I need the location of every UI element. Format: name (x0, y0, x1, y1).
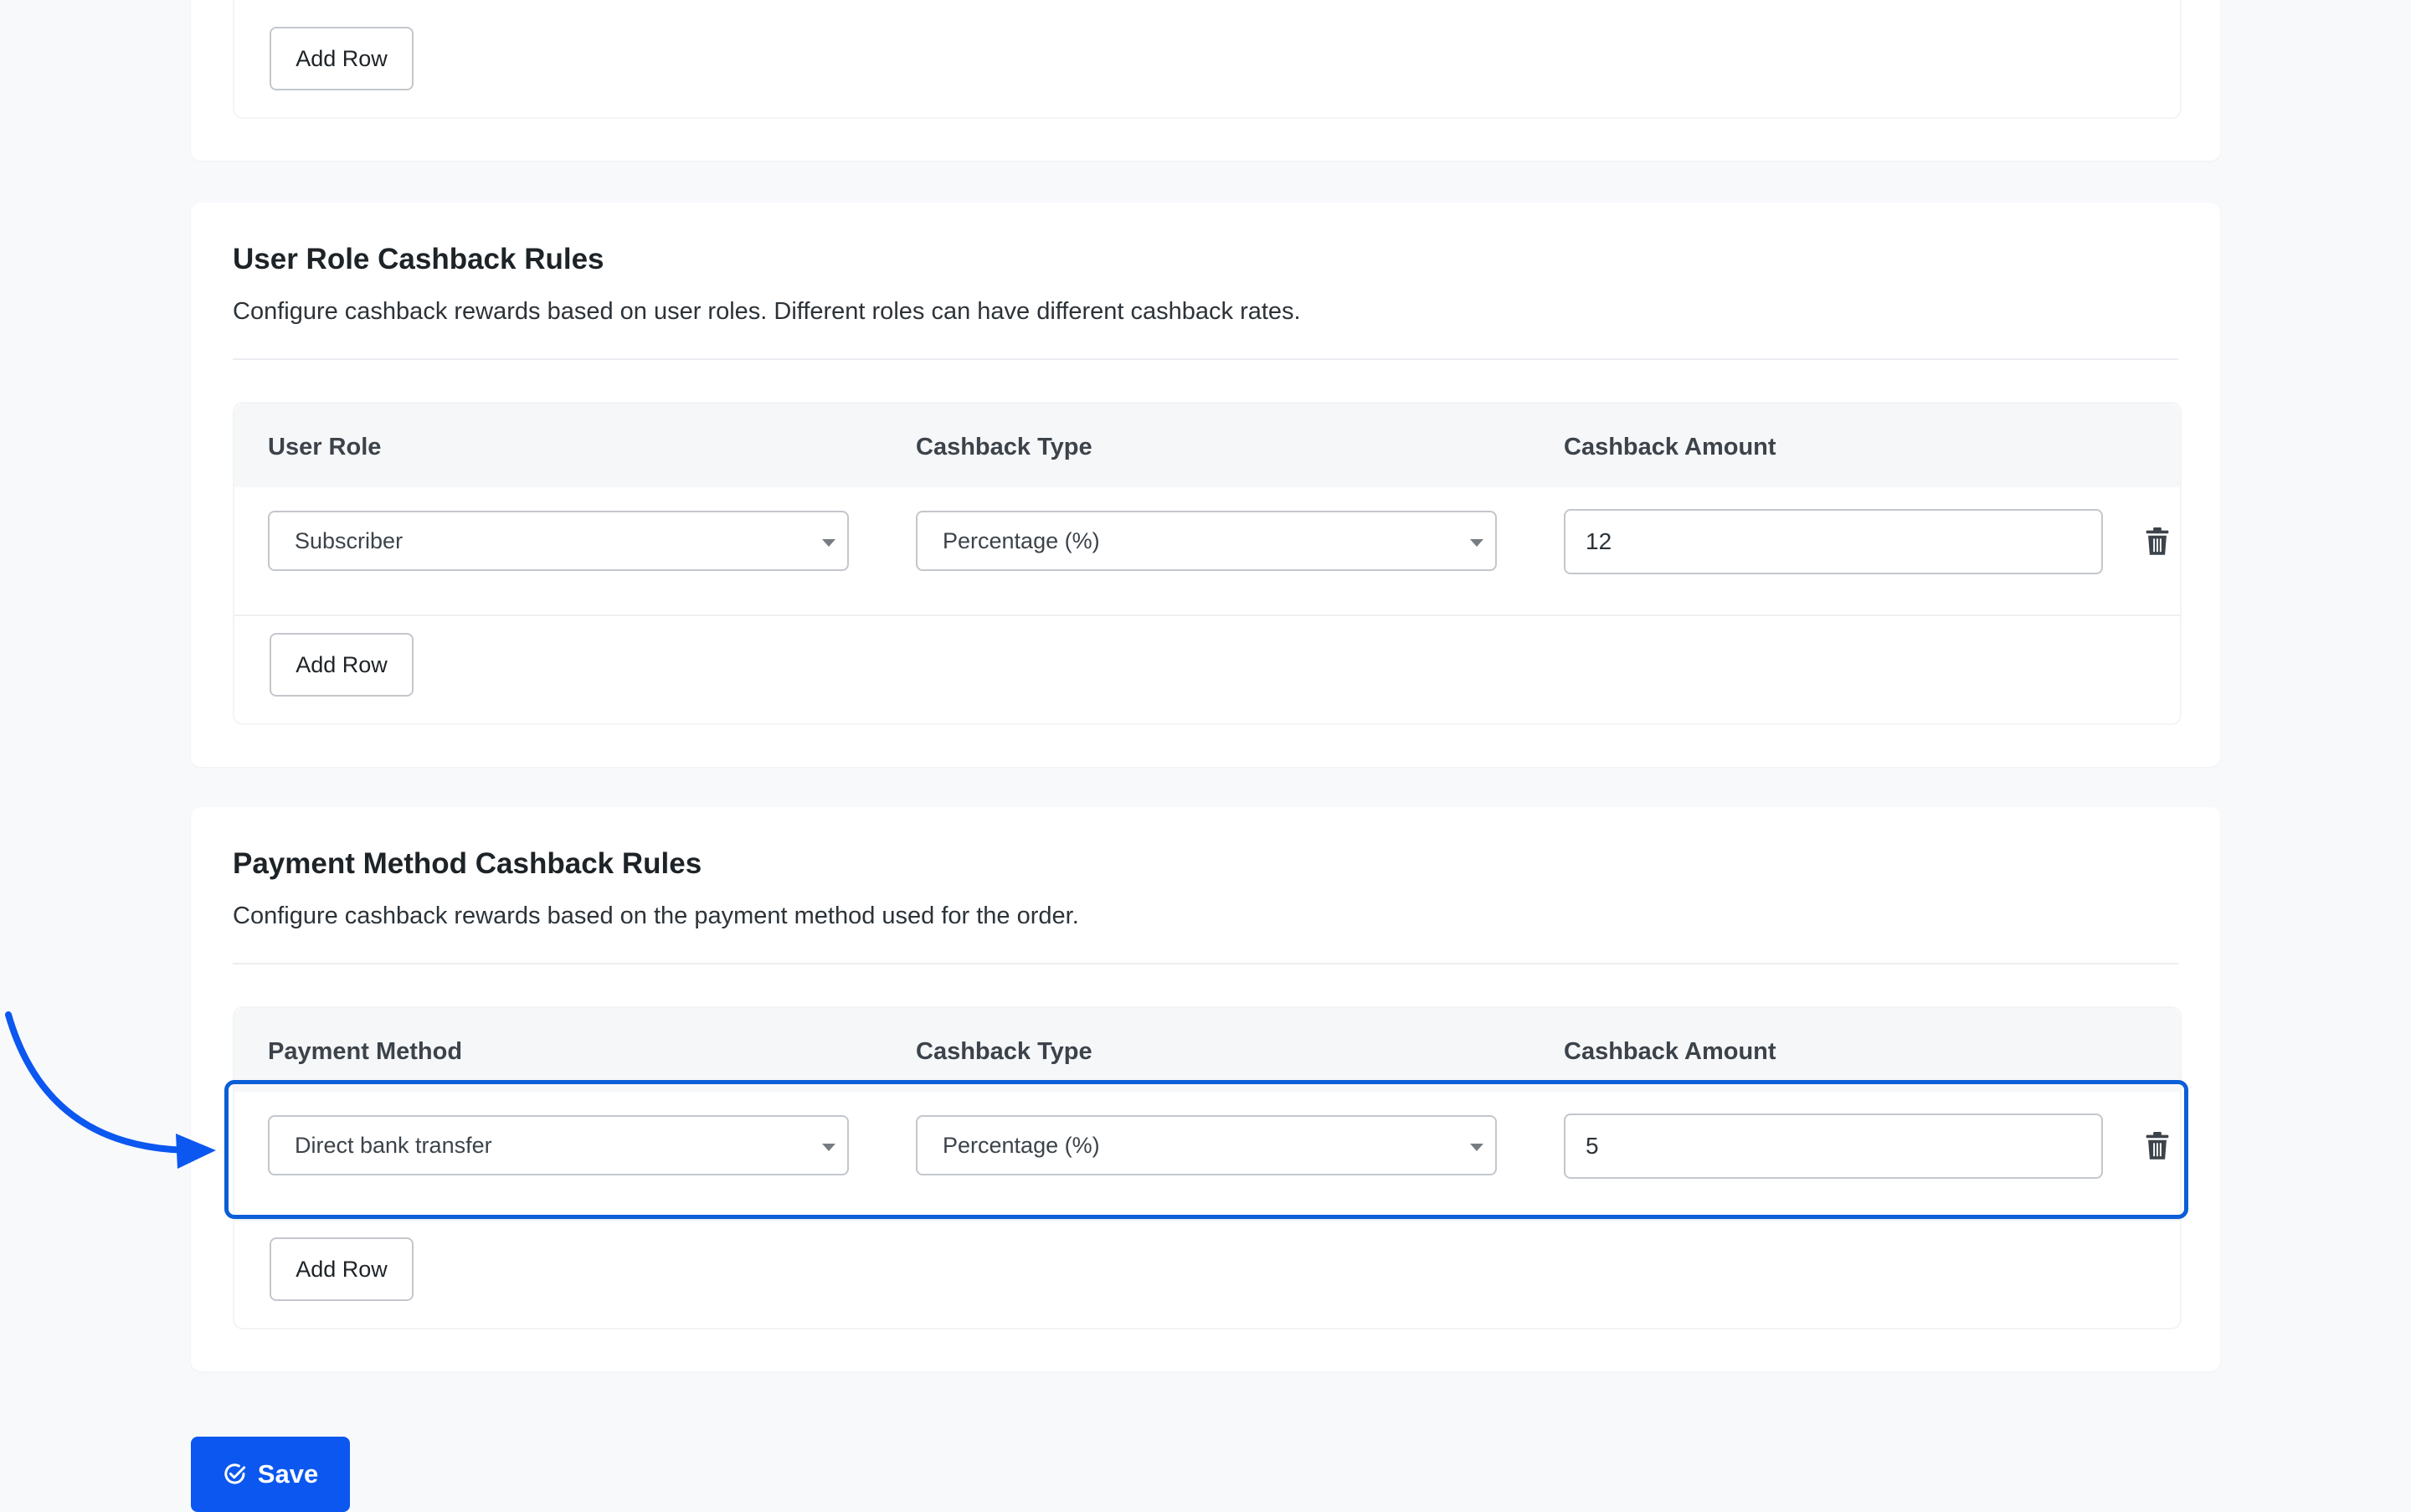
section-description: Configure cashback rewards based on the … (233, 903, 1079, 929)
payment-method-cashback-panel: Payment Method Cashback Rules Configure … (191, 807, 2220, 1371)
column-header-cashback-type: Cashback Type (916, 1038, 1092, 1065)
column-header-user-role: User Role (268, 434, 382, 460)
user-role-cashback-panel: User Role Cashback Rules Configure cashb… (191, 203, 2220, 767)
column-header-cashback-amount: Cashback Amount (1564, 434, 1776, 460)
table-header: User Role Cashback Type Cashback Amount (234, 404, 2180, 487)
divider (233, 963, 2178, 964)
select-value: Percentage (%) (943, 1133, 1100, 1158)
column-header-cashback-amount: Cashback Amount (1564, 1038, 1776, 1065)
cashback-amount-input[interactable]: 5 (1564, 1113, 2103, 1179)
caret-down-icon (1470, 539, 1483, 547)
caret-down-icon (1470, 1144, 1483, 1151)
section-title: Payment Method Cashback Rules (233, 847, 702, 880)
top-rows-container: Add Row (233, 0, 2182, 119)
caret-down-icon (822, 539, 835, 547)
cashback-amount-input[interactable]: 12 (1564, 509, 2103, 574)
save-button-label: Save (257, 1459, 319, 1489)
column-header-cashback-type: Cashback Type (916, 434, 1092, 460)
trash-icon[interactable] (2145, 1132, 2170, 1160)
row-separator (234, 1219, 2180, 1221)
add-row-button[interactable]: Add Row (270, 633, 414, 697)
row-separator (234, 615, 2180, 616)
cashback-type-select[interactable]: Percentage (%) (916, 1115, 1497, 1175)
curved-arrow-annotation (5, 1011, 216, 1169)
select-value: Percentage (%) (943, 528, 1100, 553)
save-button[interactable]: Save (191, 1437, 350, 1512)
check-circle-icon (224, 1463, 245, 1484)
cashback-type-select[interactable]: Percentage (%) (916, 511, 1497, 571)
table-row: Subscriber Percentage (%) 12 (234, 487, 2180, 615)
user-role-select[interactable]: Subscriber (268, 511, 849, 571)
add-row-button[interactable]: Add Row (270, 27, 414, 90)
caret-down-icon (822, 1144, 835, 1151)
add-row-button[interactable]: Add Row (270, 1237, 414, 1301)
divider (233, 358, 2178, 360)
select-value: Subscriber (295, 528, 404, 553)
rules-table: Payment Method Cashback Type Cashback Am… (233, 1006, 2182, 1329)
section-title: User Role Cashback Rules (233, 243, 604, 275)
table-row: Direct bank transfer Percentage (%) 5 (234, 1092, 2180, 1219)
payment-method-select[interactable]: Direct bank transfer (268, 1115, 849, 1175)
rules-table: User Role Cashback Type Cashback Amount … (233, 402, 2182, 725)
table-header: Payment Method Cashback Type Cashback Am… (234, 1008, 2180, 1092)
column-header-payment-method: Payment Method (268, 1038, 463, 1065)
trash-icon[interactable] (2145, 527, 2170, 556)
section-description: Configure cashback rewards based on user… (233, 298, 1301, 325)
select-value: Direct bank transfer (295, 1133, 492, 1158)
top-panel: Add Row (191, 0, 2220, 161)
